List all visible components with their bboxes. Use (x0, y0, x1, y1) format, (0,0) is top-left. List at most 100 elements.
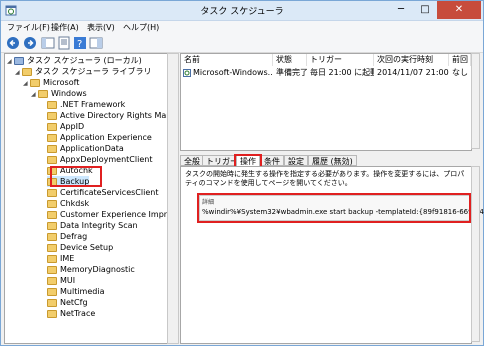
task-list: 名前 状態 トリガー 次回の実行時刻 前回 Microsoft-Windows.… (180, 53, 472, 151)
tree-node-label: Data Integrity Scan (60, 221, 138, 230)
tree-node-label: Chkdsk (60, 199, 90, 208)
toolbar: ? (1, 34, 483, 53)
tree-node-label: Active Directory Rights Man (60, 111, 169, 120)
folder-icon (47, 188, 57, 197)
back-arrow-icon[interactable] (6, 36, 20, 50)
properties-icon[interactable] (57, 36, 71, 50)
folder-icon (47, 144, 57, 153)
tree-node-ime[interactable]: IME (47, 253, 74, 264)
folder-icon (47, 265, 57, 274)
tree-node-memorydiagnostic[interactable]: MemoryDiagnostic (47, 264, 135, 275)
task-list-scrollbar[interactable] (471, 53, 480, 149)
actions-panel: タスクの開始時に発生する操作を指定する必要があります。操作を変更するには、プロパ… (180, 166, 484, 344)
tab-settings[interactable]: 設定 (284, 155, 308, 166)
tree-node-label: Defrag (60, 232, 88, 241)
tab-history[interactable]: 履歴 (無効) (308, 155, 357, 166)
task-name: Microsoft-Windows... (193, 68, 273, 77)
tree-node-label: MemoryDiagnostic (60, 265, 135, 274)
tree-node-label: Device Setup (60, 243, 114, 252)
tree-node-label: Windows (51, 89, 87, 98)
tree-node-chkdsk[interactable]: Chkdsk (47, 198, 89, 209)
tree-node-active-directory-rights-man[interactable]: Active Directory Rights Man (47, 110, 169, 121)
column-header-trigger[interactable]: トリガー (307, 54, 374, 66)
navigation-tree: ◢ タスク スケジューラ (ローカル) ◢ タスク スケジューラ ライブラリ ◢ Mi… (4, 53, 169, 344)
tree-node-multimedia[interactable]: Multimedia (47, 286, 104, 297)
menu-bar: ファイル(F) 操作(A) 表示(V) ヘルプ(H) (1, 21, 483, 34)
tree-node-customer-experience-impro[interactable]: Customer Experience Impro (47, 209, 169, 220)
tree-node-applicationdata[interactable]: ApplicationData (47, 143, 124, 154)
tree-node-netcfg[interactable]: NetCfg (47, 297, 88, 308)
tree-node-microsoft[interactable]: ◢ Microsoft (23, 77, 79, 88)
folder-icon (47, 210, 57, 219)
folder-icon (47, 122, 57, 131)
tree-node-nettrace[interactable]: NetTrace (47, 308, 95, 319)
task-last-run: なし (452, 68, 468, 77)
tree-node-label: AppID (60, 122, 85, 131)
collapse-icon[interactable]: ◢ (23, 78, 30, 89)
task-next-run: 2014/11/07 21:00:00 (377, 68, 449, 77)
tree-node-certificateservicesclient[interactable]: CertificateServicesClient (47, 187, 158, 198)
folder-icon (47, 254, 57, 263)
tab-general[interactable]: 全般 (180, 155, 204, 166)
tab-conditions[interactable]: 条件 (260, 155, 284, 166)
title-bar[interactable]: タスク スケジューラ ─ □ ✕ (1, 1, 483, 21)
tree-node-device-setup[interactable]: Device Setup (47, 242, 113, 253)
tree-node-label: Application Experience (60, 133, 152, 142)
folder-icon (47, 232, 57, 241)
tree-node-net-framework[interactable]: .NET Framework (47, 99, 125, 110)
help-icon[interactable]: ? (73, 36, 87, 50)
tree-scrollbar[interactable] (167, 53, 179, 344)
folder-icon (47, 133, 57, 142)
menu-help[interactable]: ヘルプ(H) (123, 22, 159, 33)
tree-node-label: Microsoft (43, 78, 80, 87)
tree-node-appxdeploymentclient[interactable]: AppxDeploymentClient (47, 154, 152, 165)
folder-icon (47, 309, 57, 318)
tree-node-data-integrity-scan[interactable]: Data Integrity Scan (47, 220, 138, 231)
task-trigger: 毎日 21:00 に起動 (310, 68, 374, 77)
collapse-icon[interactable]: ◢ (7, 56, 14, 67)
forward-arrow-icon[interactable] (23, 36, 37, 50)
folder-icon (22, 67, 32, 76)
tree-node-appid[interactable]: AppID (47, 121, 84, 132)
tree-node-label: Multimedia (60, 287, 105, 296)
tree-node-root[interactable]: ◢ タスク スケジューラ (ローカル) (7, 55, 142, 66)
show-hide-action-pane-icon[interactable] (89, 36, 103, 50)
close-button[interactable]: ✕ (437, 1, 481, 19)
folder-icon (47, 276, 57, 285)
folder-icon (30, 78, 40, 87)
menu-action[interactable]: 操作(A) (51, 22, 79, 33)
folder-icon (47, 111, 57, 120)
collapse-icon[interactable]: ◢ (15, 67, 22, 78)
table-row[interactable]: Microsoft-Windows... 準備完了 毎日 21:00 に起動 2… (181, 67, 471, 79)
folder-icon (38, 89, 48, 98)
command-highlight-box (197, 193, 471, 223)
tree-node-application-experience[interactable]: Application Experience (47, 132, 152, 143)
tree-node-mui[interactable]: MUI (47, 275, 75, 286)
tree-node-label: MUI (60, 276, 76, 285)
tree-node-library[interactable]: ◢ タスク スケジューラ ライブラリ (15, 66, 152, 77)
actions-description: タスクの開始時に発生する操作を指定する必要があります。操作を変更するには、プロパ… (185, 170, 465, 187)
minimize-button[interactable]: ─ (389, 1, 413, 19)
column-header-name[interactable]: 名前 (181, 54, 273, 66)
task-icon (183, 69, 191, 77)
tree-node-defrag[interactable]: Defrag (47, 231, 87, 242)
tree-node-windows[interactable]: ◢ Windows (31, 88, 87, 99)
folder-icon (47, 100, 57, 109)
column-header-last-run[interactable]: 前回 (449, 54, 471, 66)
column-header-next-run[interactable]: 次回の実行時刻 (374, 54, 449, 66)
tree-node-label: タスク スケジューラ (ローカル) (27, 56, 142, 65)
tree-node-label: .NET Framework (60, 100, 126, 109)
tree-node-label: ApplicationData (60, 144, 124, 153)
console-tree-icon[interactable] (41, 36, 55, 50)
menu-file[interactable]: ファイル(F) (7, 22, 50, 33)
menu-view[interactable]: 表示(V) (87, 22, 115, 33)
collapse-icon[interactable]: ◢ (31, 89, 38, 100)
column-header-status[interactable]: 状態 (273, 54, 307, 66)
tree-node-label: CertificateServicesClient (60, 188, 159, 197)
actions-panel-scrollbar[interactable] (471, 166, 480, 342)
maximize-button[interactable]: □ (413, 1, 437, 19)
task-detail-area: 名前 状態 トリガー 次回の実行時刻 前回 Microsoft-Windows.… (180, 53, 484, 344)
svg-text:?: ? (77, 39, 82, 50)
task-status: 準備完了 (276, 68, 307, 77)
tree-node-label: Customer Experience Impro (60, 210, 169, 219)
